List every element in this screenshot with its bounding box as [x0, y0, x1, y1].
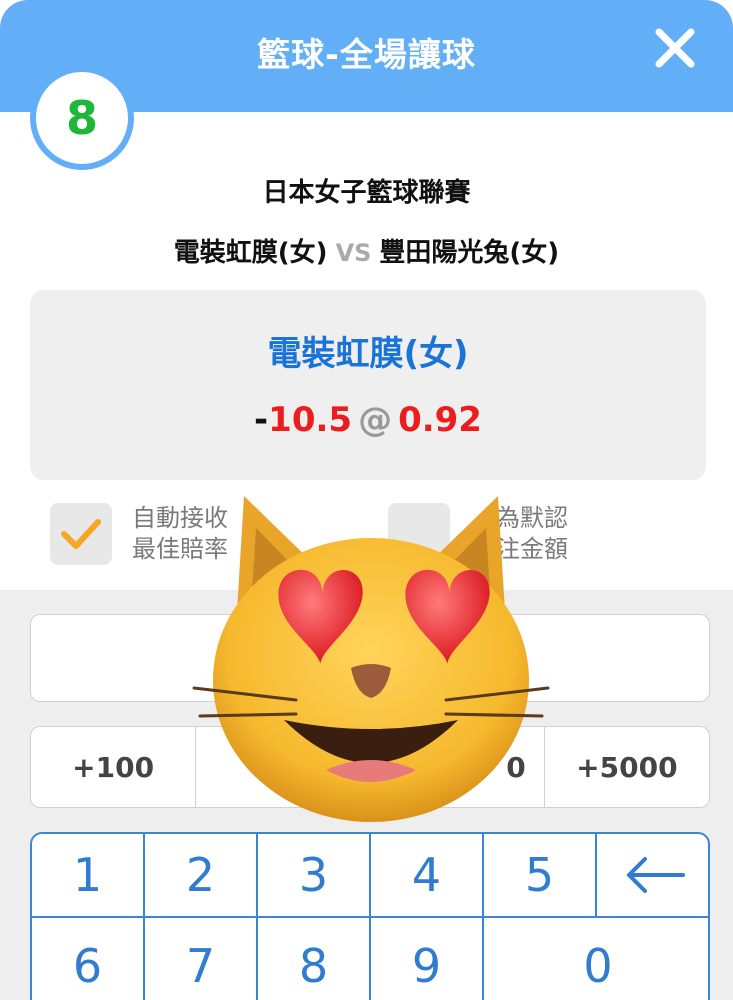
quick-amount-button[interactable]: +5000 — [545, 727, 709, 807]
key-4[interactable]: 4 — [371, 834, 484, 918]
home-team: 電裝虹膜(女) — [173, 238, 328, 268]
backspace-key[interactable] — [597, 834, 708, 918]
vs-label: VS — [335, 239, 372, 267]
bet-count-badge: 8 — [30, 66, 134, 170]
numeric-keypad: 1 2 3 4 5 6 7 8 9 0 — [30, 832, 710, 1000]
check-icon — [61, 519, 101, 549]
key-0[interactable]: 0 — [484, 918, 708, 1000]
key-9[interactable]: 9 — [371, 918, 484, 1000]
quick-amount-button[interactable]: +100 — [31, 727, 197, 807]
smiling-cat-heart-eyes-emoji — [192, 496, 550, 822]
key-7[interactable]: 7 — [145, 918, 258, 1000]
key-5[interactable]: 5 — [484, 834, 597, 918]
selection-odds: -10.5 @0.92 — [30, 400, 706, 440]
key-6[interactable]: 6 — [32, 918, 145, 1000]
league-name: 日本女子籃球聯賽 — [262, 178, 471, 208]
at-symbol: @ — [358, 400, 393, 440]
key-3[interactable]: 3 — [258, 834, 371, 918]
close-icon — [655, 28, 695, 68]
header-title: 籃球-全場讓球 — [257, 35, 476, 74]
away-team: 豐田陽光兔(女) — [379, 238, 560, 268]
bet-count-number: 8 — [65, 91, 98, 145]
key-8[interactable]: 8 — [258, 918, 371, 1000]
auto-accept-checkbox[interactable] — [50, 503, 112, 565]
odds-value: 0.92 — [398, 400, 482, 440]
handicap-value: 10.5 — [268, 400, 353, 440]
selection-box: 電裝虹膜(女) -10.5 @0.92 — [30, 290, 706, 480]
close-button[interactable] — [653, 26, 697, 70]
matchup: 電裝虹膜(女) VS 豐田陽光兔(女) — [0, 232, 733, 269]
selected-team: 電裝虹膜(女) — [267, 334, 469, 374]
handicap-sign: - — [254, 400, 269, 440]
key-1[interactable]: 1 — [32, 834, 145, 918]
arrow-left-icon — [626, 857, 685, 893]
key-2[interactable]: 2 — [145, 834, 258, 918]
